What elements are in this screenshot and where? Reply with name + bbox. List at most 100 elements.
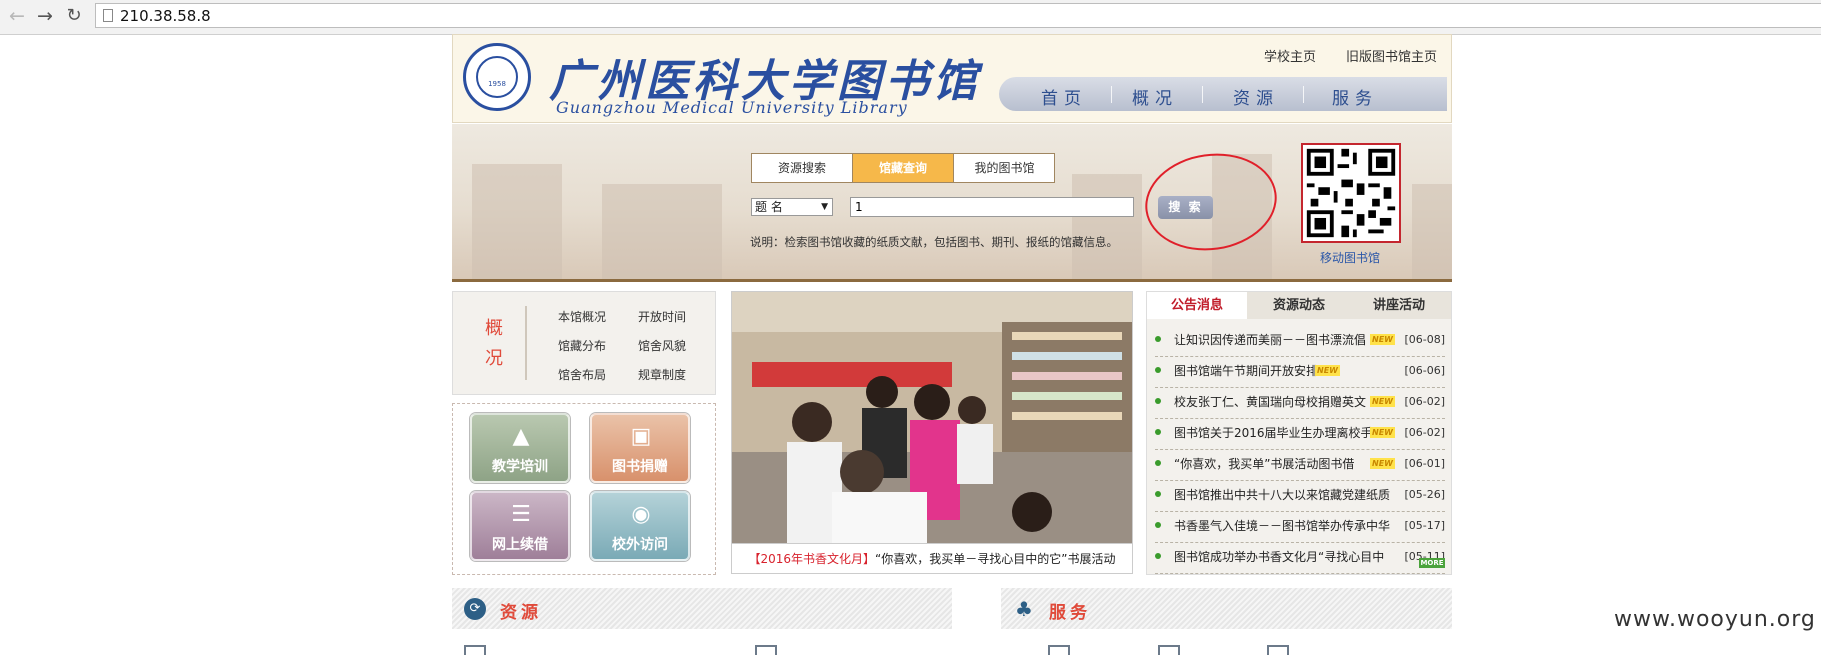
old-library-home-link[interactable]: 旧版图书馆主页 xyxy=(1346,46,1437,65)
search-description: 说明：检索图书馆收藏的纸质文献，包括图书、期刊、报纸的馆藏信息。 xyxy=(750,235,1118,249)
watermark-text: www.wooyun.org xyxy=(1614,607,1816,632)
news-date: [05-17] xyxy=(1404,519,1445,532)
link-building-scenery[interactable]: 馆舍风貌 xyxy=(638,337,686,354)
seal-inner-ring xyxy=(476,56,518,98)
news-item[interactable]: 校友张丁仁、黄国瑞向母校捐赠英文 NEW [06-02] xyxy=(1155,388,1445,419)
service-tiles: ▲ 教学培训 ▣ 图书捐赠 ☰ 网上续借 ◉ 校外访问 xyxy=(452,403,716,575)
caption-tag: 【2016年书香文化月】 xyxy=(748,552,876,566)
campus-building-backdrop xyxy=(1072,174,1142,279)
address-bar[interactable]: 210.38.58.8 xyxy=(95,3,1821,28)
tile-label: 校外访问 xyxy=(612,537,668,553)
bullet-icon xyxy=(1155,460,1161,466)
news-date: [06-02] xyxy=(1404,426,1445,439)
caption-text: “你喜欢，我买单－寻找心目中的它”书展活动 xyxy=(875,552,1116,566)
search-field-value: 题 名 xyxy=(755,200,783,214)
news-item[interactable]: 图书馆端午节期间开放安排 NEW [06-06] xyxy=(1155,357,1445,388)
tab-lectures[interactable]: 讲座活动 xyxy=(1349,292,1449,319)
link-rules[interactable]: 规章制度 xyxy=(638,366,686,383)
new-badge: NEW xyxy=(1370,427,1395,438)
news-item[interactable]: “你喜欢，我买单”书展活动图书借 NEW [06-01] xyxy=(1155,450,1445,481)
site-header: 1958 广州医科大学图书馆 Guangzhou Medical Univers… xyxy=(452,34,1452,123)
tab-announcements[interactable]: 公告消息 xyxy=(1147,292,1247,319)
resource-item-icon[interactable] xyxy=(464,645,486,655)
tab-resource-updates[interactable]: 资源动态 xyxy=(1249,292,1349,319)
news-title[interactable]: 书香墨气入佳境－－图书馆举办传承中华 xyxy=(1174,512,1392,540)
tile-online-renewal[interactable]: ☰ 网上续借 xyxy=(470,491,570,561)
new-badge: NEW xyxy=(1370,396,1395,407)
tile-label: 教学培训 xyxy=(492,459,548,475)
tile-book-donation[interactable]: ▣ 图书捐赠 xyxy=(590,413,690,483)
bullet-icon xyxy=(1155,522,1161,528)
link-library-overview[interactable]: 本馆概况 xyxy=(558,308,606,325)
page-icon xyxy=(103,9,113,22)
back-arrow-icon[interactable]: ← xyxy=(6,5,28,27)
photo-caption[interactable]: 【2016年书香文化月】“你喜欢，我买单－寻找心目中的它”书展活动 xyxy=(731,544,1133,574)
browser-toolbar: ← → ↻ 210.38.58.8 xyxy=(0,0,1821,35)
news-item[interactable]: 图书馆推出中共十八大以来馆藏党建纸质 [05-26] xyxy=(1155,481,1445,512)
news-tabs: 公告消息 资源动态 讲座活动 xyxy=(1147,292,1451,319)
resource-item-icon[interactable] xyxy=(755,645,777,655)
library-page: 1958 广州医科大学图书馆 Guangzhou Medical Univers… xyxy=(452,34,1452,655)
news-item[interactable]: 图书馆关于2016届毕业生办理离校手 NEW [06-02] xyxy=(1155,419,1445,450)
event-photo[interactable] xyxy=(731,291,1133,544)
qr-code-icon xyxy=(1301,143,1401,243)
new-badge: NEW xyxy=(1315,365,1340,376)
new-badge: NEW xyxy=(1370,334,1395,345)
tile-teaching-training[interactable]: ▲ 教学培训 xyxy=(470,413,570,483)
mobile-library-link[interactable]: 移动图书馆 xyxy=(1320,249,1380,266)
news-date: [06-08] xyxy=(1404,333,1445,346)
tile-label: 图书捐赠 xyxy=(612,459,668,475)
nav-divider xyxy=(1111,86,1112,103)
link-opening-hours[interactable]: 开放时间 xyxy=(638,308,686,325)
university-seal-logo: 1958 xyxy=(463,43,531,111)
nav-overview[interactable]: 概况 xyxy=(1132,84,1178,109)
bullet-icon xyxy=(1155,491,1161,497)
bullet-icon xyxy=(1155,367,1161,373)
link-building-layout[interactable]: 馆舍布局 xyxy=(558,366,606,383)
reload-icon[interactable]: ↻ xyxy=(63,5,85,27)
news-title[interactable]: “你喜欢，我买单”书展活动图书借 xyxy=(1174,450,1392,478)
address-text[interactable]: 210.38.58.8 xyxy=(120,7,211,25)
library-logo-en: Guangzhou Medical University Library xyxy=(556,98,908,117)
news-item[interactable]: 书香墨气入佳境－－图书馆举办传承中华 [05-17] xyxy=(1155,512,1445,543)
bullet-icon xyxy=(1155,429,1161,435)
service-item-icon[interactable] xyxy=(1048,645,1070,655)
nav-services[interactable]: 服务 xyxy=(1332,84,1378,109)
campus-building-backdrop xyxy=(602,184,722,279)
event-photo-image xyxy=(732,292,1132,543)
news-item[interactable]: 图书馆成功举办书香文化月“寻找心目中 [05-11] xyxy=(1155,543,1445,574)
bullet-icon xyxy=(1155,336,1161,342)
news-title[interactable]: 让知识因传递而美丽－－图书漂流倡 xyxy=(1174,326,1392,354)
news-panel: 公告消息 资源动态 讲座活动 让知识因传递而美丽－－图书漂流倡 NEW [06-… xyxy=(1146,291,1452,575)
search-banner: 资源搜索 馆藏查询 我的图书馆 题 名 ▼ 搜 索 说明：检索图书馆收藏的纸质文… xyxy=(452,124,1452,282)
news-title[interactable]: 图书馆关于2016届毕业生办理离校手 xyxy=(1174,419,1392,447)
tab-resource-search[interactable]: 资源搜索 xyxy=(752,154,853,182)
news-date: [05-26] xyxy=(1404,488,1445,501)
service-item-icon[interactable] xyxy=(1158,645,1180,655)
search-input[interactable] xyxy=(850,197,1134,217)
services-section-title[interactable]: 服务 xyxy=(1049,598,1091,623)
overview-box: 概况 本馆概况 开放时间 馆藏分布 馆舍风貌 馆舍布局 规章制度 xyxy=(452,291,716,395)
more-button[interactable]: MORE xyxy=(1419,558,1445,568)
nav-divider xyxy=(1202,86,1203,103)
resources-section-title[interactable]: 资源 xyxy=(500,598,542,623)
stack-layers-icon: ☰ xyxy=(511,502,531,527)
nav-resources[interactable]: 资源 xyxy=(1233,84,1279,109)
tile-offcampus-access[interactable]: ◉ 校外访问 xyxy=(590,491,690,561)
service-item-icon[interactable] xyxy=(1267,645,1289,655)
campus-building-backdrop xyxy=(472,164,562,279)
search-field-select[interactable]: 题 名 ▼ xyxy=(751,198,833,216)
school-home-link[interactable]: 学校主页 xyxy=(1264,46,1316,65)
nav-home[interactable]: 首页 xyxy=(1041,84,1087,109)
news-title[interactable]: 图书馆成功举办书香文化月“寻找心目中 xyxy=(1174,543,1392,571)
news-title[interactable]: 图书馆推出中共十八大以来馆藏党建纸质 xyxy=(1174,481,1392,509)
clover-icon: ♣ xyxy=(1015,597,1033,621)
forward-arrow-icon[interactable]: → xyxy=(34,5,56,27)
news-title[interactable]: 图书馆端午节期间开放安排 xyxy=(1174,357,1392,385)
tab-catalog-search[interactable]: 馆藏查询 xyxy=(853,154,954,182)
link-collection-distribution[interactable]: 馆藏分布 xyxy=(558,337,606,354)
services-section-header: ♣ 服务 xyxy=(1001,588,1452,629)
tab-my-library[interactable]: 我的图书馆 xyxy=(954,154,1055,182)
news-item[interactable]: 让知识因传递而美丽－－图书漂流倡 NEW [06-08] xyxy=(1155,326,1445,357)
news-title[interactable]: 校友张丁仁、黄国瑞向母校捐赠英文 xyxy=(1174,388,1392,416)
